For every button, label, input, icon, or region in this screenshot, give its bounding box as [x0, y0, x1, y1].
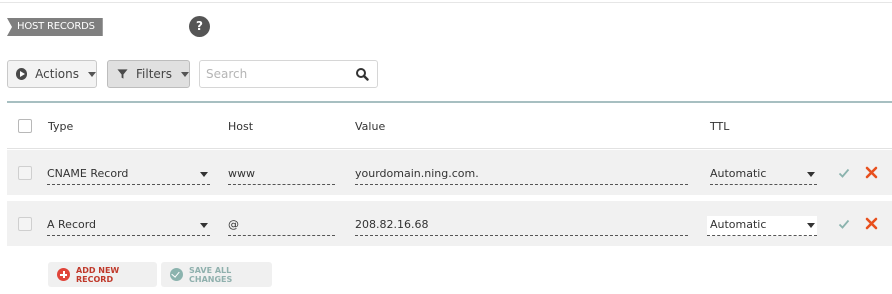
table-row: A Record @ 208.82.16.68 Automatic [7, 201, 892, 246]
chevron-down-icon [181, 71, 189, 77]
header-divider [7, 148, 892, 149]
delete-x-icon[interactable] [865, 166, 878, 179]
actions-button[interactable]: Actions [7, 60, 97, 88]
search-box [199, 60, 378, 88]
host-value: @ [228, 218, 239, 231]
checkmark-icon[interactable] [838, 167, 850, 179]
host-input[interactable]: @ [228, 216, 335, 236]
value-input[interactable]: 208.82.16.68 [355, 216, 688, 236]
filters-button[interactable]: Filters [107, 60, 190, 88]
row-checkbox[interactable] [18, 217, 32, 231]
host-value: www [228, 167, 255, 180]
add-new-record-button[interactable]: ADD NEW RECORD [48, 262, 157, 287]
record-type-value: A Record [47, 218, 97, 231]
search-input[interactable] [206, 67, 346, 81]
row-checkbox[interactable] [18, 166, 32, 180]
record-type-select[interactable]: A Record [47, 216, 210, 236]
filters-label: Filters [136, 67, 172, 81]
table-header: Type Host Value TTL [7, 103, 892, 148]
record-type-value: CNAME Record [47, 167, 129, 180]
ttl-select[interactable]: Automatic [710, 165, 817, 185]
add-new-record-label: ADD NEW RECORD [76, 265, 120, 284]
ttl-value: Automatic [710, 167, 767, 180]
header-host: Host [228, 120, 254, 133]
search-icon[interactable] [355, 67, 369, 81]
plus-circle-icon [57, 268, 70, 281]
actions-label: Actions [35, 67, 79, 81]
chevron-down-icon [88, 71, 96, 77]
header-ttl: TTL [710, 120, 730, 133]
play-circle-icon [16, 68, 28, 80]
header-value: Value [355, 120, 386, 133]
header-type: Type [48, 120, 74, 133]
save-all-changes-button[interactable]: SAVE ALL CHANGES [161, 262, 272, 287]
record-type-select[interactable]: CNAME Record [47, 165, 210, 185]
record-value: yourdomain.ning.com. [355, 167, 479, 180]
top-divider [0, 2, 892, 3]
save-all-changes-label: SAVE ALL CHANGES [189, 265, 233, 284]
delete-x-icon[interactable] [865, 217, 878, 230]
record-value: 208.82.16.68 [355, 218, 429, 231]
host-input[interactable]: www [228, 165, 335, 185]
ttl-select[interactable]: Automatic [707, 216, 817, 236]
filter-icon [117, 69, 128, 79]
checkmark-icon[interactable] [838, 218, 850, 230]
section-title-tag: HOST RECORDS [7, 18, 103, 36]
table-row: CNAME Record www yourdomain.ning.com. Au… [7, 150, 892, 195]
check-circle-icon [170, 268, 183, 281]
help-icon[interactable]: ? [189, 16, 210, 37]
select-all-checkbox[interactable] [18, 119, 32, 133]
ttl-value: Automatic [710, 218, 767, 231]
value-input[interactable]: yourdomain.ning.com. [355, 165, 688, 185]
